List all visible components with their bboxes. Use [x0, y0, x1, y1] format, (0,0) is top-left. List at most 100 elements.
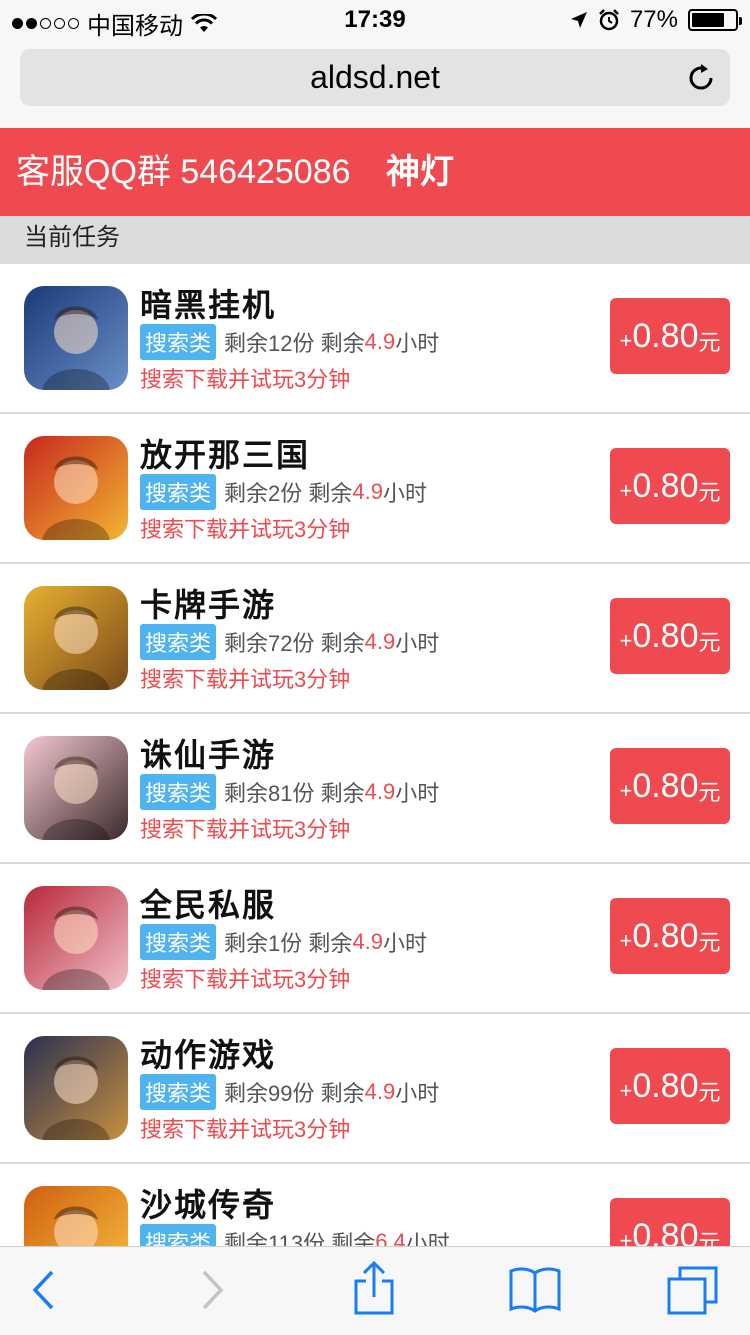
section-header: 当前任务 — [0, 216, 750, 264]
reward-button[interactable]: + 0.80 元 — [610, 598, 730, 674]
reward-button[interactable]: + 0.80 元 — [610, 298, 730, 374]
url-text[interactable]: aldsd.net — [20, 59, 730, 96]
reload-icon[interactable] — [684, 61, 718, 95]
task-row[interactable]: 诛仙手游 搜索类 剩余81份 剩余 4.9 小时 搜索下载并试玩3分钟 + 0.… — [0, 714, 750, 864]
task-description: 搜索下载并试玩3分钟 — [140, 1117, 351, 1142]
page-header: 客服QQ群 546425086 神灯 — [0, 128, 750, 216]
task-meta: 搜索类 剩余81份 剩余 4.9 小时 — [140, 774, 439, 810]
remaining-hours: 4.9 — [352, 929, 383, 954]
remaining-hours: 4.9 — [364, 329, 396, 354]
task-description: 搜索下载并试玩3分钟 — [140, 517, 351, 542]
task-description: 搜索下载并试玩3分钟 — [140, 667, 351, 692]
three-kingdoms-game-icon[interactable] — [24, 436, 128, 540]
hours-unit: 小时 — [382, 931, 427, 956]
action-game-icon[interactable] — [24, 1036, 128, 1140]
reward-plus: + — [619, 628, 633, 653]
reward-button[interactable]: + 0.80 元 — [610, 1198, 730, 1246]
reward-plus: + — [619, 328, 633, 353]
task-row[interactable]: 全民私服 搜索类 剩余1份 剩余 4.9 小时 搜索下载并试玩3分钟 + 0.8… — [0, 864, 750, 1014]
task-type-badge: 搜索类 — [140, 624, 217, 660]
task-meta: 搜索类 剩余2份 剩余 4.9 小时 — [140, 474, 427, 510]
task-row[interactable]: 卡牌手游 搜索类 剩余72份 剩余 4.9 小时 搜索下载并试玩3分钟 + 0.… — [0, 564, 750, 714]
reward-plus: + — [619, 1078, 633, 1103]
hours-unit: 小时 — [382, 481, 427, 506]
reward-amount: 0.80 — [632, 1216, 699, 1247]
share-icon[interactable] — [352, 1261, 396, 1317]
task-row[interactable]: 沙城传奇 搜索类 剩余113份 剩余 6.4 小时 搜索下载并试玩3分钟 + 0… — [0, 1164, 750, 1246]
reward-button[interactable]: + 0.80 元 — [610, 1048, 730, 1124]
remaining-text: 剩余2份 剩余 — [224, 481, 353, 506]
hours-unit: 小时 — [395, 781, 440, 806]
reward-unit: 元 — [698, 480, 721, 505]
battery-icon — [688, 9, 742, 31]
task-name: 动作游戏 — [140, 1037, 277, 1073]
reward-button[interactable]: + 0.80 元 — [610, 448, 730, 524]
reward-amount: 0.80 — [632, 916, 699, 955]
bookmarks-icon[interactable] — [508, 1265, 562, 1313]
reward-unit: 元 — [698, 780, 721, 805]
back-icon[interactable] — [30, 1269, 58, 1311]
task-type-badge: 搜索类 — [140, 1074, 217, 1110]
dark-knight-game-icon[interactable] — [24, 286, 128, 390]
reward-amount: 0.80 — [632, 616, 699, 655]
task-description: 搜索下载并试玩3分钟 — [140, 967, 351, 992]
brand-name: 神灯 — [386, 153, 454, 191]
alarm-clock-icon — [599, 9, 619, 31]
hours-unit: 小时 — [395, 1081, 440, 1106]
remaining-text: 剩余99份 剩余 — [224, 1081, 365, 1106]
task-row[interactable]: 动作游戏 搜索类 剩余99份 剩余 4.9 小时 搜索下载并试玩3分钟 + 0.… — [0, 1014, 750, 1164]
reward-button[interactable]: + 0.80 元 — [610, 898, 730, 974]
reward-unit: 元 — [698, 330, 721, 355]
remaining-hours: 6.4 — [375, 1229, 406, 1246]
remaining-hours: 4.9 — [364, 779, 396, 804]
hours-unit: 小时 — [395, 631, 440, 656]
remaining-hours: 4.9 — [352, 479, 383, 504]
reward-unit: 元 — [698, 630, 721, 655]
task-meta: 搜索类 剩余12份 剩余 4.9 小时 — [140, 324, 439, 360]
status-right: 77% — [570, 6, 742, 34]
task-type-badge: 搜索类 — [140, 1224, 217, 1246]
remaining-text: 剩余1份 剩余 — [224, 931, 353, 956]
reward-plus: + — [619, 778, 633, 803]
reward-button[interactable]: + 0.80 元 — [610, 748, 730, 824]
remaining-text: 剩余72份 剩余 — [224, 631, 365, 656]
task-type-badge: 搜索类 — [140, 474, 217, 510]
battery-percent: 77% — [629, 6, 678, 33]
task-name: 诛仙手游 — [140, 737, 277, 773]
task-name: 全民私服 — [140, 887, 277, 923]
zhuxian-game-icon[interactable] — [24, 736, 128, 840]
task-description: 搜索下载并试玩3分钟 — [140, 817, 351, 842]
reward-plus: + — [619, 478, 633, 503]
task-name: 暗黑挂机 — [140, 287, 277, 323]
remaining-text: 剩余113份 剩余 — [224, 1231, 376, 1246]
card-game-icon[interactable] — [24, 586, 128, 690]
hours-unit: 小时 — [395, 331, 440, 356]
task-row[interactable]: 放开那三国 搜索类 剩余2份 剩余 4.9 小时 搜索下载并试玩3分钟 + 0.… — [0, 414, 750, 564]
address-bar[interactable]: aldsd.net — [20, 49, 730, 106]
remaining-hours: 4.9 — [364, 1079, 396, 1104]
reward-amount: 0.80 — [632, 766, 699, 805]
browser-address-area: aldsd.net — [0, 40, 750, 128]
remaining-text: 剩余12份 剩余 — [224, 331, 365, 356]
reward-amount: 0.80 — [632, 316, 699, 355]
task-name: 卡牌手游 — [140, 587, 277, 623]
task-type-badge: 搜索类 — [140, 924, 217, 960]
reward-unit: 元 — [698, 1230, 721, 1246]
private-server-game-icon[interactable] — [24, 886, 128, 990]
task-name: 沙城传奇 — [140, 1187, 277, 1223]
forward-icon[interactable] — [198, 1269, 226, 1311]
reward-amount: 0.80 — [632, 466, 699, 505]
task-meta: 搜索类 剩余113份 剩余 6.4 小时 — [140, 1224, 450, 1246]
task-type-badge: 搜索类 — [140, 324, 217, 360]
location-arrow-icon — [570, 12, 587, 28]
task-type-badge: 搜索类 — [140, 774, 217, 810]
tabs-icon[interactable] — [666, 1265, 720, 1317]
reward-unit: 元 — [698, 1080, 721, 1105]
hours-unit: 小时 — [405, 1231, 450, 1246]
task-meta: 搜索类 剩余99份 剩余 4.9 小时 — [140, 1074, 439, 1110]
customer-service-qq-group: 客服QQ群 546425086 — [16, 153, 351, 191]
task-row[interactable]: 暗黑挂机 搜索类 剩余12份 剩余 4.9 小时 搜索下载并试玩3分钟 + 0.… — [0, 264, 750, 414]
sand-city-game-icon[interactable] — [24, 1186, 128, 1246]
task-meta: 搜索类 剩余72份 剩余 4.9 小时 — [140, 624, 439, 660]
reward-plus: + — [619, 928, 633, 953]
